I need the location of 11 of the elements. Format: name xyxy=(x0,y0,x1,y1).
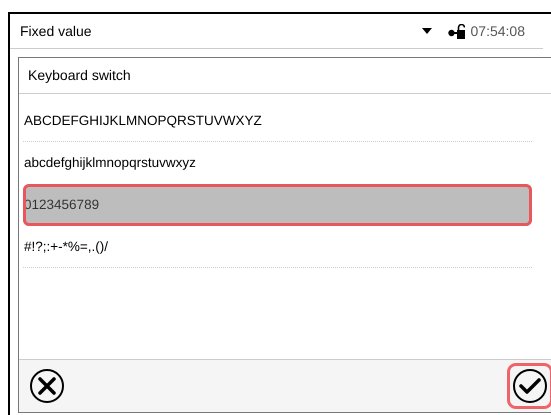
dropdown-caret-icon[interactable] xyxy=(422,28,432,34)
dialog-title: Keyboard switch xyxy=(19,58,551,94)
keyboard-option[interactable]: 0123456789 xyxy=(23,184,532,226)
keyboard-option[interactable]: abcdefghijklmnopqrstuvwxyz xyxy=(23,142,532,184)
confirm-button[interactable] xyxy=(510,366,550,406)
keyboard-option[interactable]: ABCDEFGHIJKLMNOPQRSTUVWXYZ xyxy=(23,100,532,142)
clock-time: 07:54:08 xyxy=(470,23,525,39)
screen-title: Fixed value xyxy=(20,23,92,39)
key-lock-icon xyxy=(448,24,464,38)
keyboard-option[interactable]: #!?;:+-*%=,.()/ xyxy=(23,226,532,268)
cancel-button[interactable] xyxy=(27,366,67,406)
